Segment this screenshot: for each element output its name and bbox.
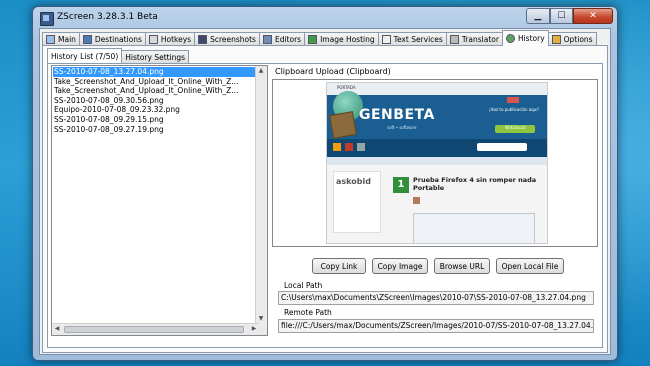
preview-subnav xyxy=(327,157,547,165)
scroll-up-icon[interactable]: ▲ xyxy=(256,66,266,76)
minimize-button[interactable]: ▁ xyxy=(526,8,550,24)
scrollbar-thumb[interactable] xyxy=(64,326,244,333)
text-icon xyxy=(381,35,391,44)
preview-inner-screenshot xyxy=(413,213,535,243)
browse-url-button[interactable]: Browse URL xyxy=(434,258,490,274)
history-icon xyxy=(505,34,515,43)
preview-search-box xyxy=(477,143,527,151)
close-icon: ✕ xyxy=(589,11,597,21)
title-bar[interactable]: ZScreen 3.28.3.1 Beta ▁ ☐ ✕ xyxy=(33,7,617,29)
keyboard-icon xyxy=(148,35,158,44)
list-item[interactable]: SS-2010-07-08_09.27.19.png xyxy=(53,125,256,135)
image-preview[interactable]: PORTADA GENBETA soft • software ¡Haz tu … xyxy=(272,79,598,247)
window-controls: ▁ ☐ ✕ xyxy=(526,8,613,25)
preview-rss-icon xyxy=(333,143,341,151)
history-list[interactable]: SS-2010-07-08_13.27.04.png Take_Screensh… xyxy=(51,65,268,336)
local-path-field[interactable]: C:\Users\max\Documents\ZScreen\Images\20… xyxy=(278,291,594,305)
upload-source-label: Clipboard Upload (Clipboard) xyxy=(275,67,391,76)
tab-history[interactable]: History xyxy=(501,30,549,46)
list-item[interactable]: SS-2010-07-08_13.27.04.png xyxy=(53,67,256,77)
preview-share-icon xyxy=(345,143,353,151)
preview-screenshot: PORTADA GENBETA soft • software ¡Haz tu … xyxy=(326,82,548,244)
minimize-icon: ▁ xyxy=(534,11,542,21)
subtab-history-list[interactable]: History List (7/50) xyxy=(47,48,123,63)
tab-options[interactable]: Options xyxy=(547,32,597,46)
remote-path-label: Remote Path xyxy=(284,308,332,317)
history-subtabs: History List (7/50) History Settings xyxy=(47,48,190,63)
preview-sidebar-cta: ¡Haz tu publicación aquí! xyxy=(488,107,540,112)
editor-icon xyxy=(262,35,272,44)
tab-hotkeys[interactable]: Hotkeys xyxy=(144,32,196,46)
list-item[interactable]: SS-2010-07-08_09.30.56.png xyxy=(53,96,256,106)
image-icon xyxy=(308,35,318,44)
app-icon xyxy=(40,12,54,26)
copy-link-button[interactable]: Copy Link xyxy=(312,258,366,274)
list-item[interactable]: SS-2010-07-08_09.29.15.png xyxy=(53,115,256,125)
local-path-label: Local Path xyxy=(284,281,323,290)
window-title: ZScreen 3.28.3.1 Beta xyxy=(57,12,158,22)
tab-text-services[interactable]: Text Services xyxy=(377,32,447,46)
options-icon xyxy=(551,35,561,44)
preview-logo-box xyxy=(329,111,357,139)
horizontal-scrollbar[interactable]: ◀ ▶ xyxy=(52,323,259,335)
main-tabs: Main Destinations Hotkeys Screenshots Ed… xyxy=(42,30,610,46)
close-button[interactable]: ✕ xyxy=(573,8,613,24)
camera-icon xyxy=(198,35,208,44)
list-item[interactable]: Take_Screenshot_And_Upload_It_Online_Wit… xyxy=(53,77,256,87)
preview-article-title: Prueba Firefox 4 sin romper nada Portabl… xyxy=(413,176,537,192)
scroll-right-icon[interactable]: ▶ xyxy=(249,324,259,334)
tab-image-hosting[interactable]: Image Hosting xyxy=(304,32,379,46)
remote-path-field[interactable]: file:///C:/Users/max/Documents/ZScreen/I… xyxy=(278,319,594,333)
tab-destinations[interactable]: Destinations xyxy=(78,32,146,46)
vertical-scrollbar[interactable]: ▲ ▼ xyxy=(255,66,267,335)
list-item[interactable]: Take_Screenshot_And_Upload_It_Online_Wit… xyxy=(53,86,256,96)
tab-screenshots[interactable]: Screenshots xyxy=(194,32,260,46)
preview-sidebar-badge: Wikilocal xyxy=(495,125,535,133)
copy-image-button[interactable]: Copy Image xyxy=(372,258,428,274)
list-item[interactable]: Equipo-2010-07-08_09.23.32.png xyxy=(53,105,256,115)
preview-nav-tab: PORTADA xyxy=(337,85,356,90)
scroll-left-icon[interactable]: ◀ xyxy=(52,324,62,334)
preview-article-badge: 1 xyxy=(393,177,409,193)
history-items: SS-2010-07-08_13.27.04.png Take_Screensh… xyxy=(53,67,256,134)
translator-icon xyxy=(449,35,459,44)
open-local-file-button[interactable]: Open Local File xyxy=(496,258,564,274)
subtab-history-settings[interactable]: History Settings xyxy=(121,50,190,63)
preview-flag-badge xyxy=(507,97,519,103)
monitor-icon xyxy=(46,35,55,44)
preview-ad-brand: askobid xyxy=(336,177,371,186)
maximize-button[interactable]: ☐ xyxy=(550,8,573,24)
tab-main[interactable]: Main xyxy=(42,32,80,46)
preview-author-avatar xyxy=(413,197,420,204)
tab-editors[interactable]: Editors xyxy=(258,32,306,46)
preview-site-tagline: soft • software xyxy=(387,125,417,130)
preview-site-name: GENBETA xyxy=(359,107,435,123)
tab-translator[interactable]: Translator xyxy=(445,32,503,46)
destinations-icon xyxy=(82,35,92,44)
maximize-icon: ☐ xyxy=(557,11,566,21)
preview-mail-icon xyxy=(357,143,365,151)
